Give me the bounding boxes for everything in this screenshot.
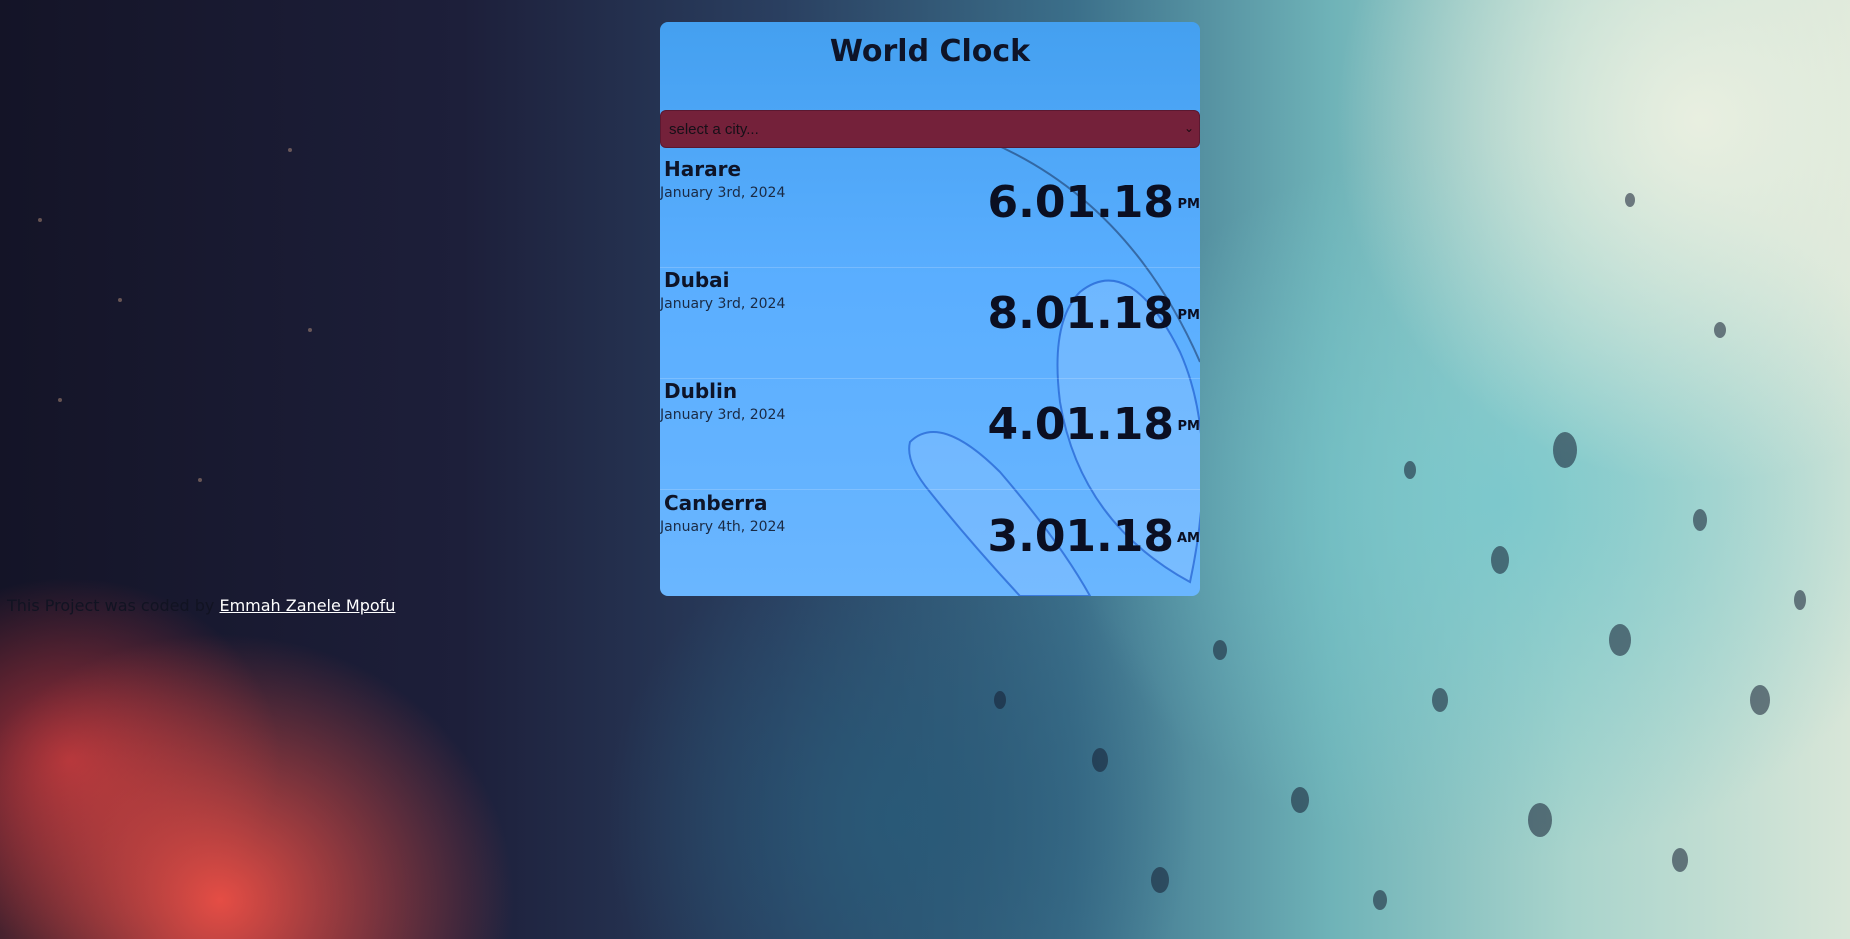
world-clock-card: World Clock select a city... ⌄ Harare Ja… <box>660 22 1200 596</box>
city-name: Dublin <box>664 379 738 403</box>
city-ampm: AM <box>1177 531 1200 546</box>
city-select[interactable]: select a city... <box>660 110 1200 148</box>
city-date: January 3rd, 2024 <box>660 185 786 201</box>
city-row-canberra: Canberra January 4th, 2024 3.01.18 AM <box>660 491 1200 596</box>
footer-credit: This Project was coded by Emmah Zanele M… <box>7 596 395 615</box>
city-time: 8.01.18 <box>987 288 1174 339</box>
city-ampm: PM <box>1177 419 1200 434</box>
city-date: January 4th, 2024 <box>660 519 786 535</box>
city-name: Canberra <box>664 491 768 515</box>
author-link[interactable]: Emmah Zanele Mpofu <box>219 596 395 615</box>
city-row-harare: Harare January 3rd, 2024 6.01.18 PM <box>660 157 1200 268</box>
page-title: World Clock <box>829 34 1031 69</box>
city-select-wrapper: select a city... ⌄ <box>660 110 1200 148</box>
city-time: 4.01.18 <box>987 399 1174 450</box>
city-row-dublin: Dublin January 3rd, 2024 4.01.18 PM <box>660 379 1200 490</box>
chevron-down-icon: ⌄ <box>1183 121 1194 135</box>
city-date: January 3rd, 2024 <box>660 407 786 423</box>
city-time: 6.01.18 <box>987 177 1174 228</box>
city-ampm: PM <box>1177 308 1200 323</box>
city-time: 3.01.18 <box>987 511 1174 562</box>
city-ampm: PM <box>1177 197 1200 212</box>
footer-text: This Project was coded by <box>7 596 220 615</box>
city-name: Harare <box>664 157 742 181</box>
city-date: January 3rd, 2024 <box>660 296 786 312</box>
city-row-dubai: Dubai January 3rd, 2024 8.01.18 PM <box>660 268 1200 379</box>
city-name: Dubai <box>664 268 730 292</box>
